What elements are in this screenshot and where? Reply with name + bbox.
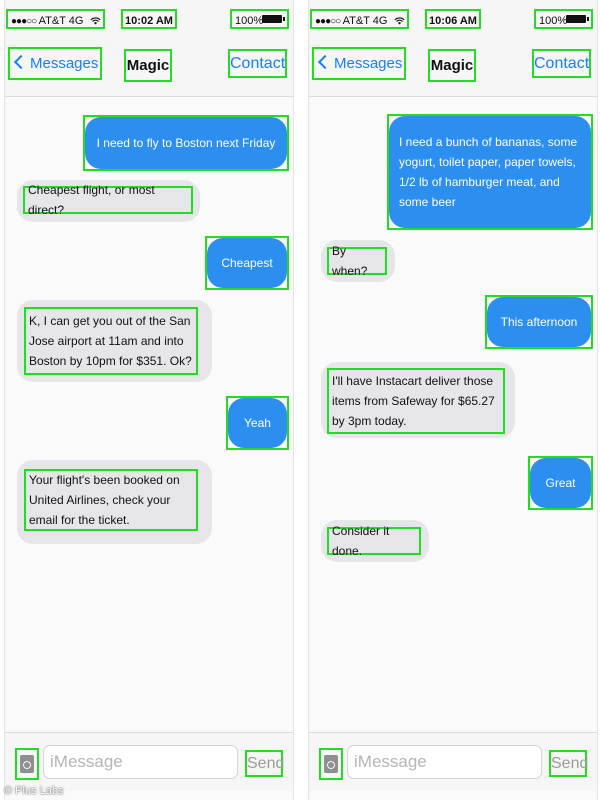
message-text: Yeah	[226, 396, 289, 450]
conversation-title: Magic	[428, 49, 476, 82]
message-text: I'll have Instacart deliver those items …	[327, 368, 505, 434]
message-text: I need a bunch of bananas, some yogurt, …	[387, 114, 593, 230]
message-text: Cheapest flight, or most direct?	[23, 183, 193, 217]
outgoing-message: This afternoon	[485, 295, 593, 349]
incoming-message: By when?	[321, 240, 395, 282]
status-bar: ●●●○○ AT&T 4G 10:02 AM 100%	[5, 0, 293, 34]
wifi-icon	[394, 17, 405, 25]
message-composer: Send	[309, 732, 597, 791]
battery-icon	[262, 15, 285, 23]
message-input[interactable]	[43, 745, 238, 779]
battery-icon	[566, 15, 589, 23]
conversation-screen-left: ●●●○○ AT&T 4G 10:02 AM 100% Messages Mag…	[4, 0, 294, 800]
incoming-message: I'll have Instacart deliver those items …	[321, 362, 515, 438]
conversation-title: Magic	[124, 49, 172, 82]
message-text: Your flight's been booked on United Airl…	[24, 469, 198, 531]
navigation-bar: Messages Magic Contact	[309, 34, 597, 97]
contact-button[interactable]: Contact	[532, 49, 591, 78]
message-text: Cheapest	[205, 236, 289, 290]
outgoing-message: I need to fly to Boston next Friday	[83, 115, 289, 171]
incoming-message: Consider it done.	[321, 520, 429, 562]
incoming-message: K, I can get you out of the San Jose air…	[17, 300, 212, 382]
outgoing-message: Yeah	[226, 396, 289, 450]
back-button[interactable]: Messages	[8, 47, 102, 80]
battery-percent: 100%	[235, 15, 264, 27]
wifi-icon	[90, 17, 101, 25]
message-composer: Send	[5, 732, 293, 791]
message-text: Consider it done.	[327, 524, 421, 558]
send-button[interactable]: Send	[549, 750, 588, 777]
status-bar: ●●●○○ AT&T 4G 10:06 AM 100%	[309, 0, 597, 34]
battery-percent: 100%	[539, 15, 568, 27]
camera-button[interactable]	[15, 748, 39, 780]
back-button[interactable]: Messages	[312, 47, 406, 80]
incoming-message: Your flight's been booked on United Airl…	[17, 460, 212, 544]
signal-dots-icon: ●●●○○	[315, 16, 341, 27]
clock: 10:02 AM	[121, 9, 177, 29]
signal-dots-icon: ●●●○○	[11, 16, 37, 27]
navigation-bar: Messages Magic Contact	[5, 34, 293, 97]
watermark: © Plus Labs	[4, 785, 64, 797]
carrier-indicator: ●●●○○ AT&T 4G	[310, 9, 409, 29]
clock: 10:06 AM	[425, 9, 481, 29]
back-button-label: Messages	[30, 55, 99, 72]
battery-indicator: 100%	[230, 9, 289, 29]
back-button-label: Messages	[334, 55, 403, 72]
camera-icon	[20, 755, 34, 773]
message-text: Great	[528, 456, 593, 510]
camera-icon	[324, 755, 338, 773]
message-input[interactable]	[347, 745, 542, 779]
message-text: K, I can get you out of the San Jose air…	[24, 307, 198, 375]
camera-button[interactable]	[319, 748, 343, 780]
message-text: This afternoon	[485, 295, 593, 349]
carrier-label: AT&T 4G	[38, 15, 84, 27]
carrier-indicator: ●●●○○ AT&T 4G	[6, 9, 105, 29]
battery-indicator: 100%	[534, 9, 593, 29]
message-text: I need to fly to Boston next Friday	[83, 115, 289, 171]
contact-button[interactable]: Contact	[228, 49, 287, 78]
outgoing-message: I need a bunch of bananas, some yogurt, …	[387, 114, 593, 230]
chevron-left-icon	[317, 54, 333, 70]
carrier-label: AT&T 4G	[342, 15, 388, 27]
outgoing-message: Cheapest	[205, 236, 289, 290]
chevron-left-icon	[13, 54, 29, 70]
message-text: By when?	[327, 244, 387, 278]
incoming-message: Cheapest flight, or most direct?	[17, 180, 200, 222]
send-button[interactable]: Send	[245, 750, 284, 777]
conversation-screen-right: ●●●○○ AT&T 4G 10:06 AM 100% Messages Mag…	[308, 0, 598, 800]
outgoing-message: Great	[528, 456, 593, 510]
